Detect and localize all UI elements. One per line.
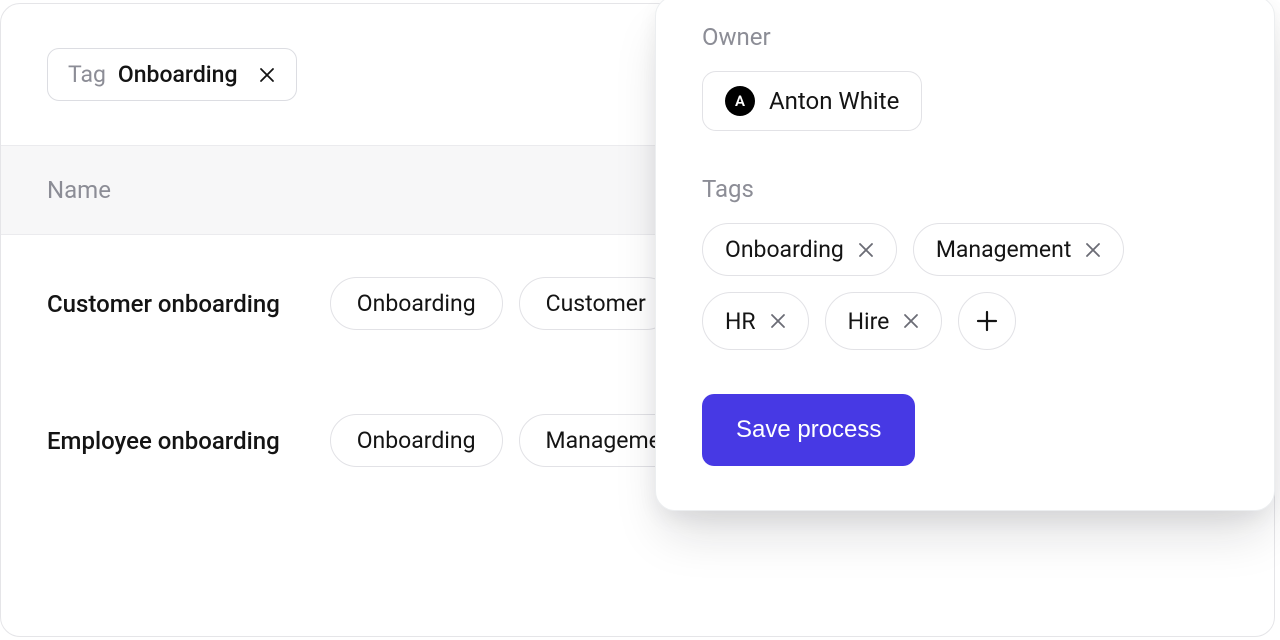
- row-name: Employee onboarding: [47, 427, 280, 455]
- tags-wrap: Onboarding Management HR Hire: [702, 223, 1228, 350]
- tag-chip-label: HR: [725, 308, 756, 335]
- column-header-name: Name: [47, 176, 111, 204]
- plus-icon: [976, 310, 998, 332]
- close-icon[interactable]: [770, 313, 786, 329]
- tag-chip[interactable]: Onboarding: [702, 223, 897, 276]
- row-name: Customer onboarding: [47, 290, 280, 318]
- owner-section: Owner A Anton White: [702, 23, 1228, 131]
- owner-name: Anton White: [769, 87, 899, 115]
- tag-chip[interactable]: HR: [702, 292, 809, 350]
- tag-chip[interactable]: Hire: [825, 292, 943, 350]
- close-icon[interactable]: [258, 66, 276, 84]
- tags-section: Tags Onboarding Management HR: [702, 175, 1228, 350]
- filter-chip-label: Tag: [68, 63, 106, 86]
- close-icon[interactable]: [903, 313, 919, 329]
- owner-section-label: Owner: [702, 23, 1228, 51]
- tag-chip-label: Management: [936, 236, 1072, 263]
- row-tags: Onboarding Customer: [330, 277, 673, 330]
- tag-chip-label: Hire: [848, 308, 890, 335]
- close-icon[interactable]: [858, 242, 874, 258]
- tag-pill[interactable]: Onboarding: [330, 414, 503, 467]
- filter-chip-value: Onboarding: [118, 63, 238, 86]
- avatar: A: [725, 86, 755, 116]
- tag-pill[interactable]: Customer: [519, 277, 673, 330]
- tags-section-label: Tags: [702, 175, 1228, 203]
- tag-pill[interactable]: Onboarding: [330, 277, 503, 330]
- filter-chip-tag[interactable]: Tag Onboarding: [47, 48, 297, 101]
- owner-chip[interactable]: A Anton White: [702, 71, 922, 131]
- tag-chip-label: Onboarding: [725, 236, 844, 263]
- row-tags: Onboarding Management: [330, 414, 708, 467]
- process-detail-panel: Owner A Anton White Tags Onboarding Mana…: [655, 0, 1275, 511]
- add-tag-button[interactable]: [958, 292, 1016, 350]
- save-process-button[interactable]: Save process: [702, 394, 915, 466]
- tag-chip[interactable]: Management: [913, 223, 1125, 276]
- close-icon[interactable]: [1085, 242, 1101, 258]
